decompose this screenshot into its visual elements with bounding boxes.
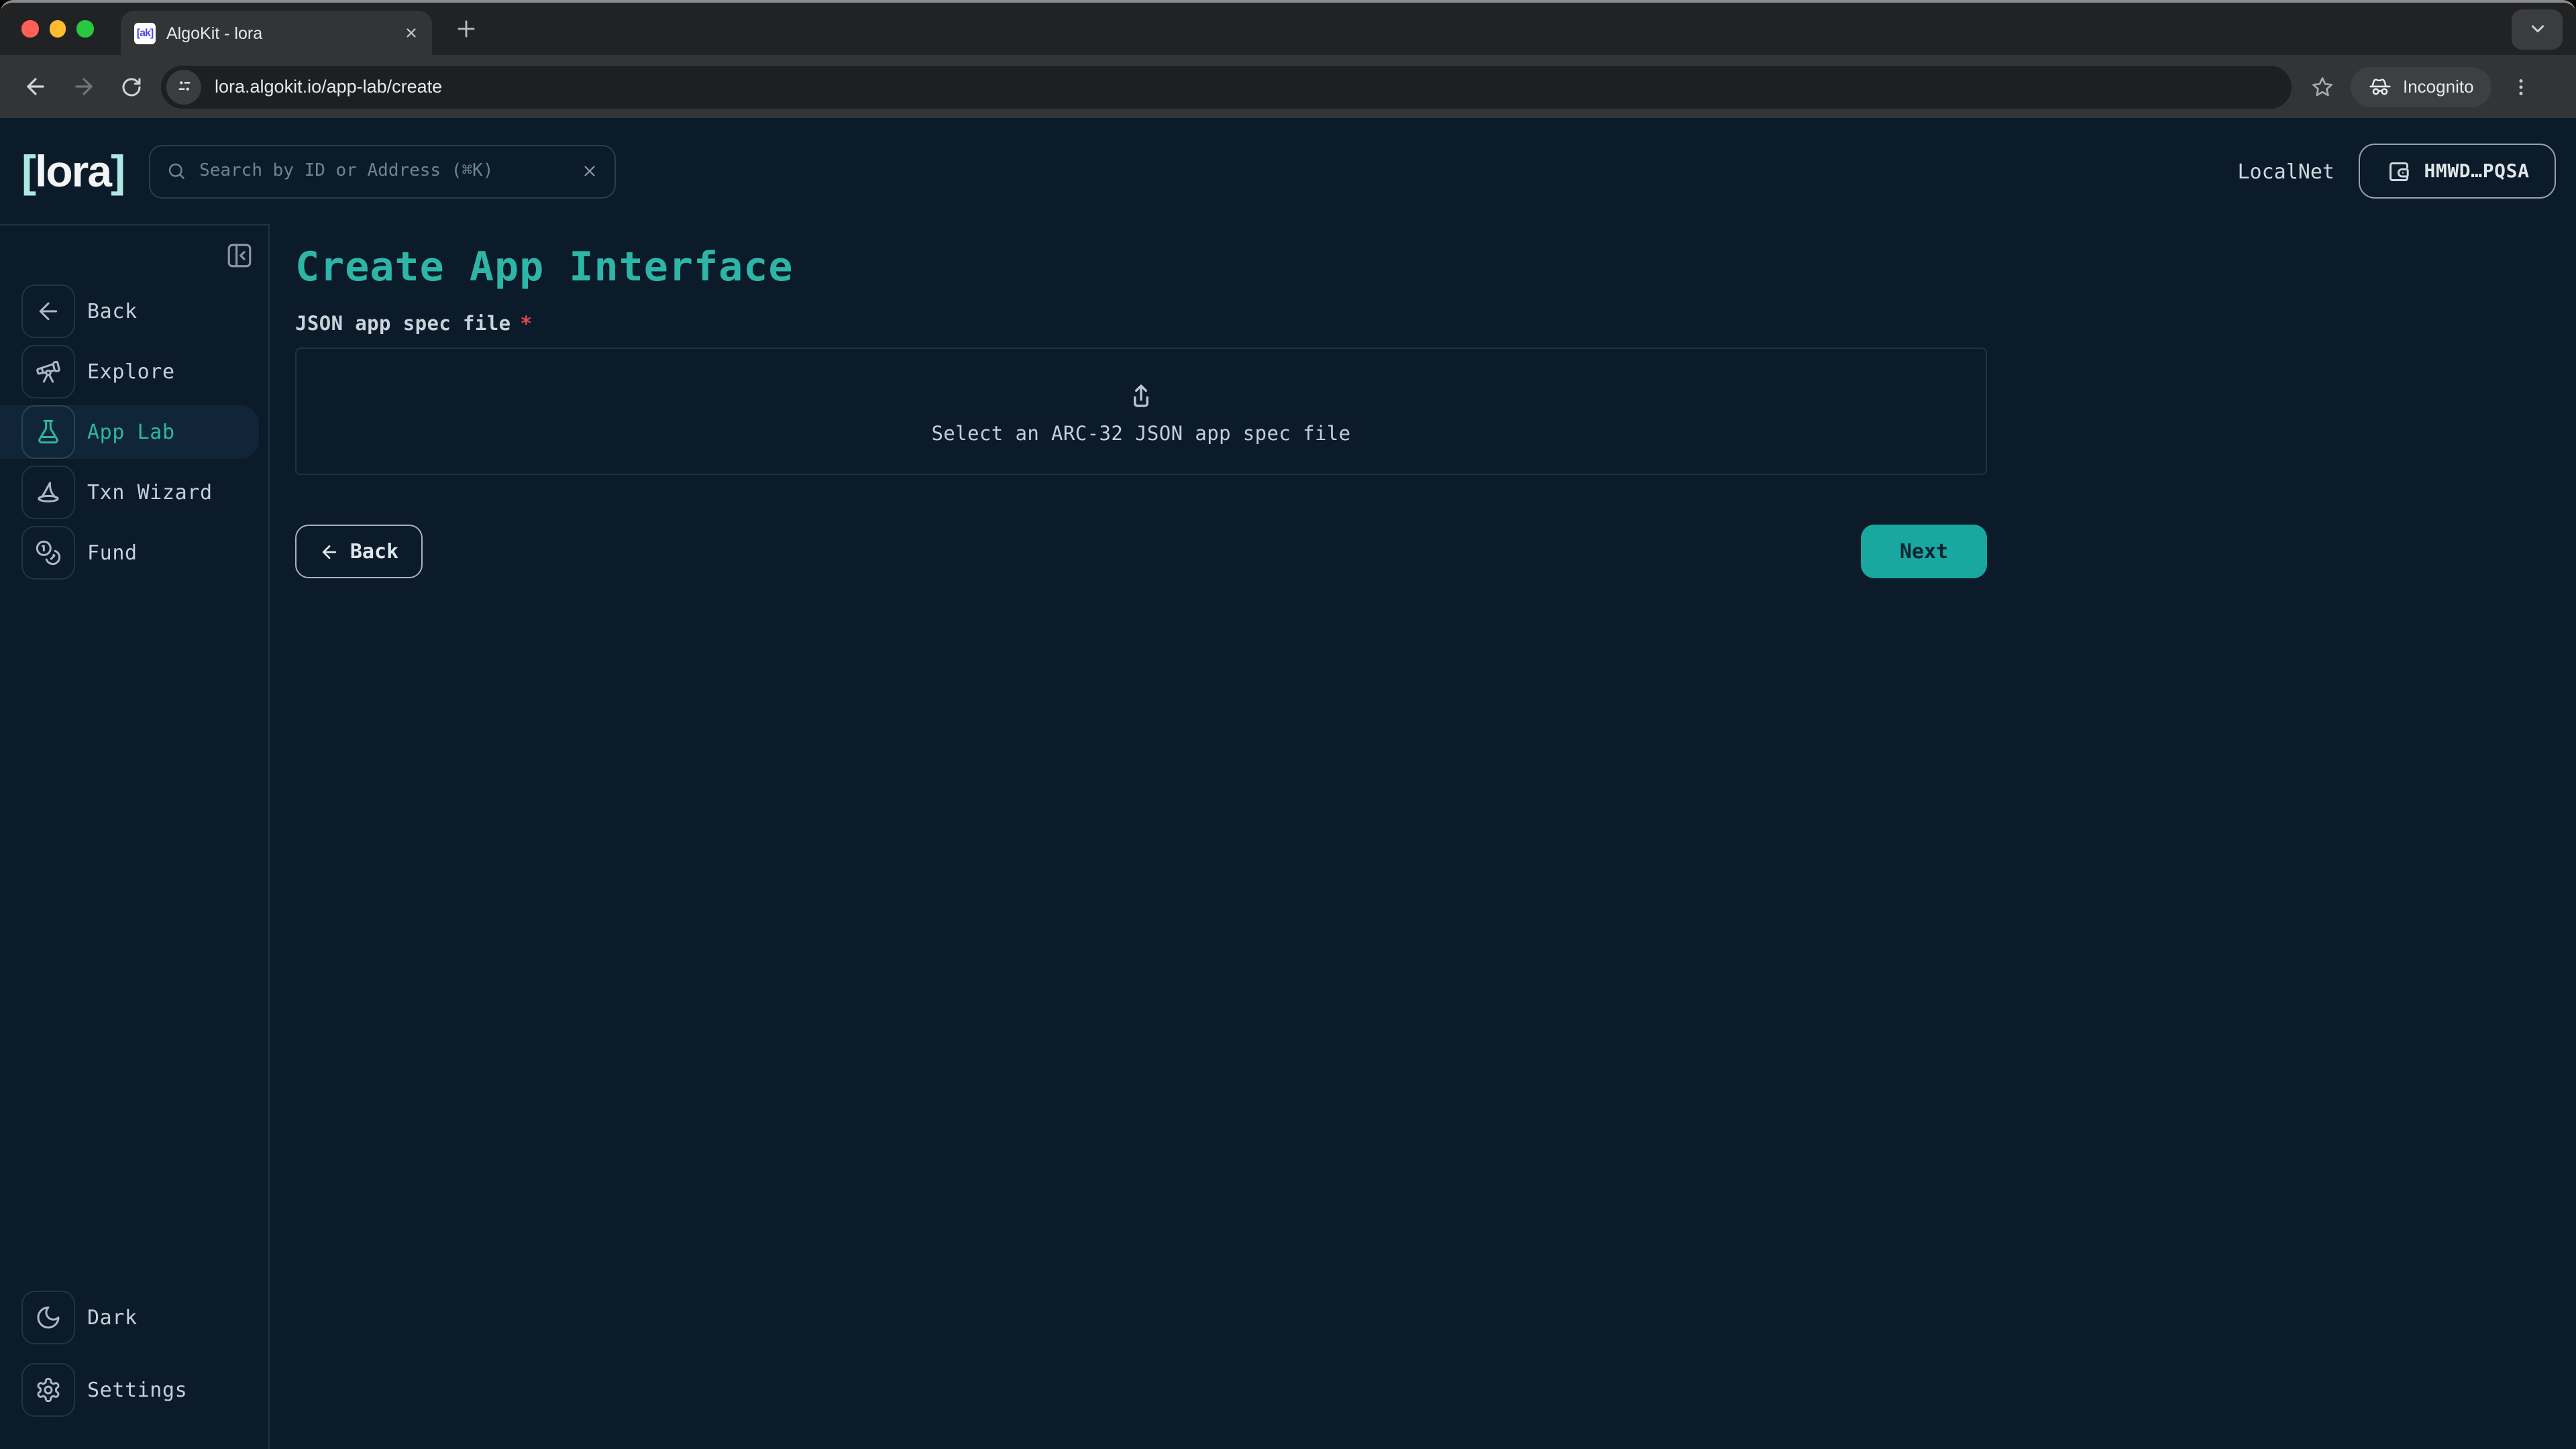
network-label: LocalNet <box>2238 159 2335 183</box>
incognito-label: Incognito <box>2403 76 2474 97</box>
browser-forward-button[interactable] <box>67 70 99 103</box>
close-window-button[interactable] <box>21 21 38 38</box>
incognito-icon <box>2368 74 2392 99</box>
url-bar[interactable]: lora.algokit.io/app-lab/create <box>161 65 2292 108</box>
url-text: lora.algokit.io/app-lab/create <box>215 76 442 97</box>
panel-collapse-icon <box>225 241 254 270</box>
sidebar: Back Explore <box>0 224 270 1449</box>
search-icon <box>166 161 186 181</box>
coins-icon <box>21 526 75 580</box>
kebab-menu-icon <box>2510 76 2532 97</box>
sidebar-item-label: Txn Wizard <box>87 480 213 504</box>
flask-icon <box>21 405 75 459</box>
new-tab-button[interactable] <box>453 16 479 42</box>
wizard-hat-icon <box>21 466 75 519</box>
wallet-icon <box>2385 158 2412 184</box>
sidebar-item-settings[interactable]: Settings <box>0 1363 268 1417</box>
arrow-left-icon <box>22 74 48 99</box>
browser-window: [ak] AlgoKit - lora <box>0 0 2576 1449</box>
global-search[interactable] <box>148 144 615 198</box>
browser-menu-button[interactable] <box>2505 76 2537 97</box>
field-label-row: JSON app spec file * <box>295 314 2576 335</box>
logo-wordmark: lora <box>35 149 111 193</box>
sidebar-item-explore[interactable]: Explore <box>0 345 268 398</box>
tab-search-button[interactable] <box>2512 9 2563 49</box>
back-button-label: Back <box>350 539 398 564</box>
app-page: [lora] LocalNet <box>0 118 2576 1449</box>
browser-toolbar: lora.algokit.io/app-lab/create Incognito <box>0 55 2576 118</box>
app-body: Back Explore <box>0 224 2576 1449</box>
search-clear-icon[interactable] <box>580 162 598 180</box>
form-footer: Back Next <box>295 525 1987 578</box>
window-controls <box>0 21 105 38</box>
sidebar-item-label: Settings <box>87 1378 187 1402</box>
logo-open-bracket: [ <box>21 149 35 193</box>
main-content: Create App Interface JSON app spec file … <box>270 224 2576 1449</box>
page-title: Create App Interface <box>295 240 2576 295</box>
field-label: JSON app spec file <box>295 314 511 335</box>
incognito-badge: Incognito <box>2351 66 2491 107</box>
browser-reload-button[interactable] <box>115 70 148 103</box>
upload-icon <box>1126 380 1157 411</box>
arrow-left-icon <box>319 541 339 561</box>
browser-back-button[interactable] <box>19 70 51 103</box>
bookmark-star-icon[interactable] <box>2310 74 2334 99</box>
next-button[interactable]: Next <box>1861 525 1987 578</box>
gear-icon <box>21 1363 75 1417</box>
sidebar-item-label: Explore <box>87 360 175 384</box>
sidebar-spacer <box>0 586 268 1291</box>
tab-title: AlgoKit - lora <box>166 23 393 42</box>
sidebar-item-label: Dark <box>87 1305 138 1330</box>
arrow-left-icon <box>21 284 75 338</box>
app-header: [lora] LocalNet <box>0 118 2576 224</box>
site-settings-button[interactable] <box>166 69 201 104</box>
telescope-icon <box>21 345 75 398</box>
tab-favicon: [ak] <box>134 22 156 44</box>
logo-close-bracket: ] <box>111 149 124 193</box>
dropzone-text: Select an ARC-32 JSON app spec file <box>931 423 1350 445</box>
sidebar-nav: Back Explore <box>0 284 268 586</box>
sidebar-item-txn-wizard[interactable]: Txn Wizard <box>0 466 268 519</box>
zoom-window-button[interactable] <box>76 21 93 38</box>
sidebar-item-app-lab[interactable]: App Lab <box>0 405 259 459</box>
sidebar-item-back[interactable]: Back <box>0 284 268 338</box>
sidebar-collapse-row <box>0 241 268 271</box>
sidebar-item-fund[interactable]: Fund <box>0 526 268 580</box>
sidebar-item-label: App Lab <box>87 420 175 444</box>
browser-tab[interactable]: [ak] AlgoKit - lora <box>121 11 432 55</box>
wallet-button[interactable]: HMWD…PQSA <box>2359 144 2556 199</box>
sidebar-item-label: Back <box>87 299 138 323</box>
required-marker: * <box>521 314 532 335</box>
arrow-right-icon <box>70 74 96 99</box>
tab-close-icon[interactable] <box>404 25 419 40</box>
sidebar-collapse-button[interactable] <box>225 241 254 271</box>
sidebar-item-label: Fund <box>87 541 138 565</box>
search-input[interactable] <box>199 161 567 181</box>
sidebar-item-theme-dark[interactable]: Dark <box>0 1291 268 1344</box>
moon-icon <box>21 1291 75 1344</box>
chevron-down-icon <box>2527 19 2547 39</box>
wallet-address: HMWD…PQSA <box>2424 160 2529 182</box>
file-dropzone[interactable]: Select an ARC-32 JSON app spec file <box>295 347 1987 475</box>
tune-icon <box>174 76 194 97</box>
next-button-label: Next <box>1900 539 1948 564</box>
back-button[interactable]: Back <box>295 525 423 578</box>
tab-strip: [ak] AlgoKit - lora <box>0 3 2576 55</box>
minimize-window-button[interactable] <box>49 21 66 38</box>
reload-icon <box>119 74 144 99</box>
lora-logo[interactable]: [lora] <box>21 149 124 193</box>
